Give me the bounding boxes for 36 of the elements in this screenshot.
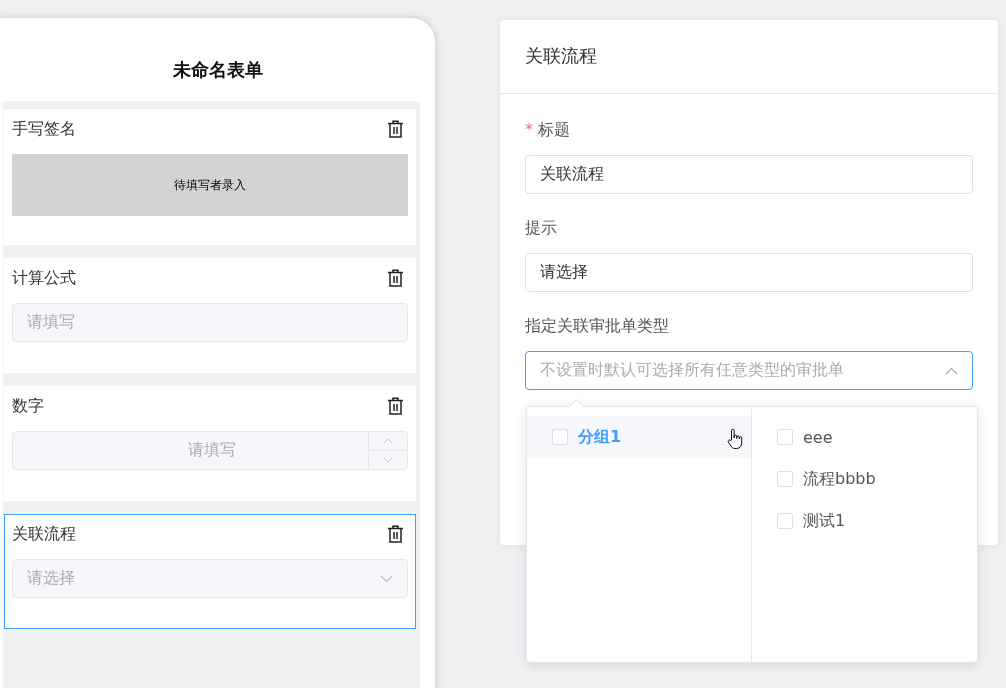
checkbox[interactable] <box>777 471 793 487</box>
field-label: 指定关联审批单类型 <box>525 316 670 337</box>
input-field[interactable]: 请选择 <box>525 253 973 292</box>
field-label: 计算公式 <box>12 267 76 289</box>
checkbox[interactable] <box>777 513 793 529</box>
trash-icon[interactable] <box>387 525 404 543</box>
field-label: 手写签名 <box>12 118 76 140</box>
field-label: 数字 <box>12 395 44 417</box>
field-label: * 标题 <box>525 120 571 141</box>
input-field[interactable]: 关联流程 <box>525 155 973 194</box>
increment-icon <box>383 438 393 444</box>
chevron-down-icon <box>380 574 393 583</box>
group-label: 分组1 <box>578 426 622 448</box>
form-field-card[interactable]: 手写签名 待填写者录入 <box>4 109 416 245</box>
form-field-card[interactable]: 数字 请填写 <box>4 386 416 501</box>
form-field-card[interactable]: 关联流程 请选择 <box>4 514 416 629</box>
form-title: 未命名表单 <box>171 58 264 82</box>
field-label: 关联流程 <box>12 523 76 545</box>
option-item[interactable]: eee <box>752 416 977 458</box>
field-label: 提示 <box>525 218 558 239</box>
hand-cursor-icon <box>727 428 743 450</box>
signature-hint: 待填写者录入 <box>174 176 246 194</box>
trash-icon[interactable] <box>387 120 404 138</box>
form-field-card[interactable]: 计算公式 请填写 <box>4 258 416 373</box>
checkbox[interactable] <box>777 429 793 445</box>
chevron-up-icon <box>945 366 958 375</box>
decrement-icon <box>383 457 393 463</box>
option-item[interactable]: 测试1 <box>752 500 977 542</box>
panel-title: 关联流程 <box>500 20 998 94</box>
trash-icon[interactable] <box>387 397 404 415</box>
input-field: 请填写 <box>12 303 408 342</box>
number-field: 请填写 <box>12 431 408 470</box>
trash-icon[interactable] <box>387 269 404 287</box>
checkbox[interactable] <box>552 429 568 445</box>
select-field: 请选择 <box>12 559 408 598</box>
option-item[interactable]: 流程bbbb <box>752 458 977 500</box>
